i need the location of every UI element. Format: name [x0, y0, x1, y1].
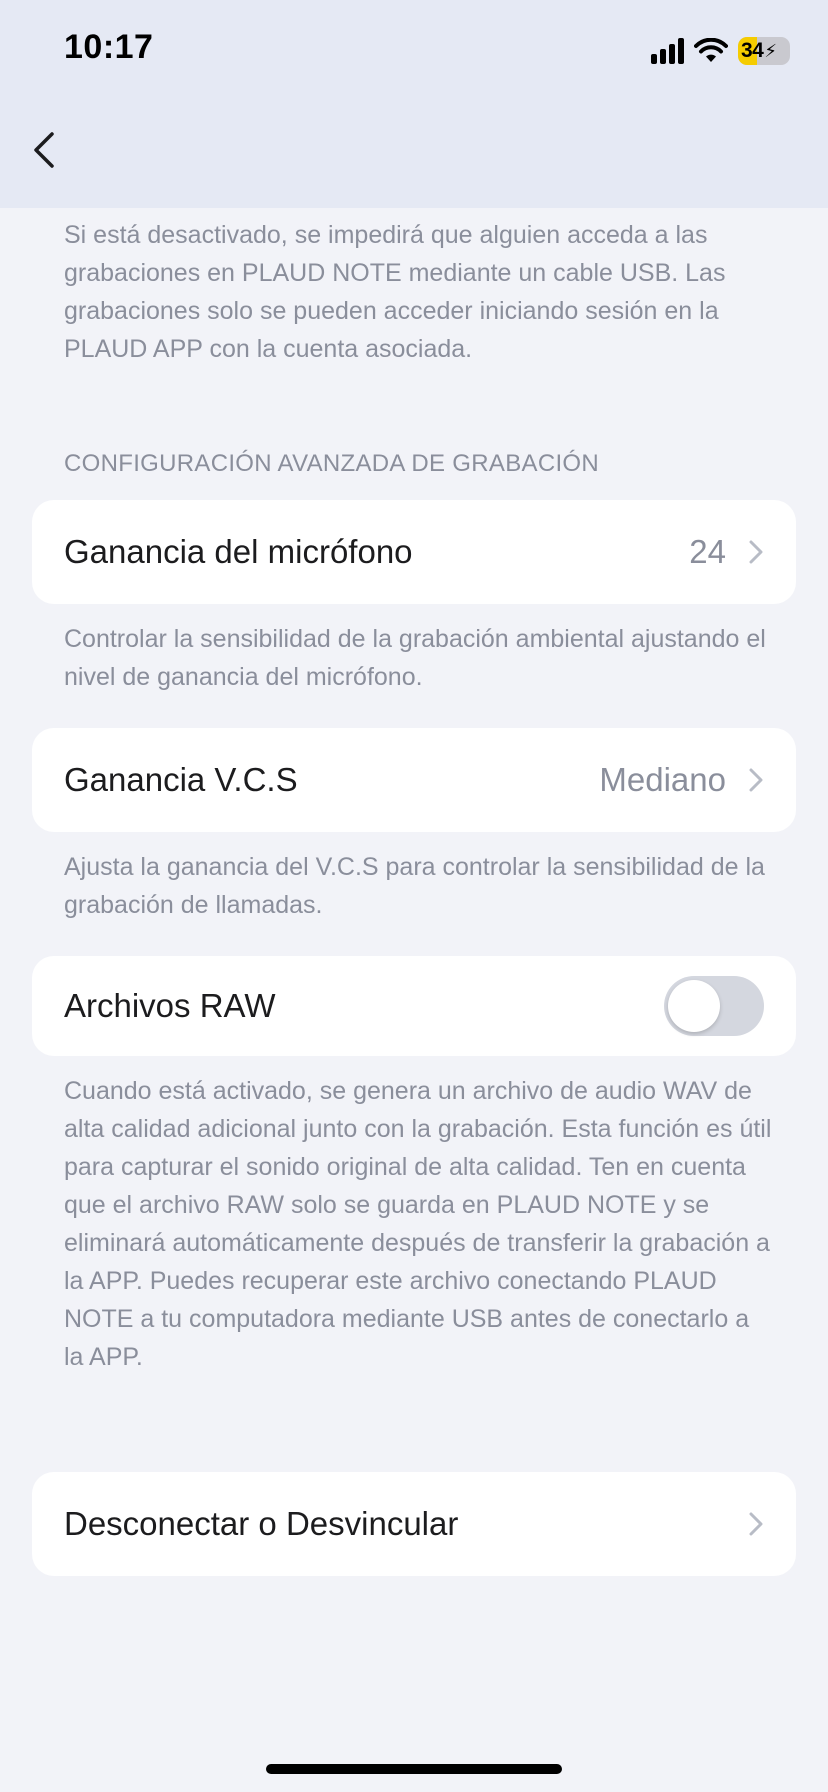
battery-level: 34 — [741, 39, 764, 62]
raw-files-row: Archivos RAW — [32, 956, 796, 1056]
settings-screen: 10:17 34 ⚡ Si está desactivado, se imped… — [0, 0, 828, 1792]
mic-gain-value: 24 — [689, 533, 726, 570]
home-indicator[interactable] — [266, 1764, 562, 1774]
mic-gain-row[interactable]: Ganancia del micrófono 24 — [32, 500, 796, 604]
vcs-gain-description: Ajusta la ganancia del V.C.S para contro… — [64, 853, 765, 919]
status-time: 10:17 — [64, 28, 154, 66]
top-bar: 10:17 34 ⚡ — [0, 0, 828, 208]
vcs-gain-label: Ganancia V.C.S — [64, 761, 298, 798]
raw-files-description: Cuando está activado, se genera un archi… — [64, 1077, 772, 1371]
chevron-left-icon — [34, 132, 54, 168]
mic-gain-description: Controlar la sensibilidad de la grabació… — [64, 625, 766, 691]
toggle-knob — [668, 980, 720, 1032]
chevron-right-icon — [749, 768, 763, 792]
disconnect-label: Desconectar o Desvincular — [64, 1505, 459, 1542]
mic-gain-label: Ganancia del micrófono — [64, 533, 413, 570]
raw-files-label: Archivos RAW — [64, 987, 276, 1024]
battery-charging-icon: 34 ⚡ — [738, 37, 790, 65]
usb-access-description: Si está desactivado, se impedirá que alg… — [64, 221, 726, 363]
wifi-icon — [694, 38, 728, 62]
raw-files-toggle[interactable] — [664, 976, 764, 1036]
chevron-right-icon — [749, 540, 763, 564]
vcs-gain-row[interactable]: Ganancia V.C.S Mediano — [32, 728, 796, 832]
back-button[interactable] — [24, 124, 64, 176]
advanced-recording-section-header: CONFIGURACIÓN AVANZADA DE GRABACIÓN — [64, 450, 600, 477]
cellular-signal-icon — [651, 38, 684, 64]
status-icons: 34 ⚡ — [651, 34, 790, 68]
disconnect-row[interactable]: Desconectar o Desvincular — [32, 1472, 796, 1576]
chevron-right-icon — [749, 1512, 763, 1536]
vcs-gain-value: Mediano — [599, 761, 726, 798]
